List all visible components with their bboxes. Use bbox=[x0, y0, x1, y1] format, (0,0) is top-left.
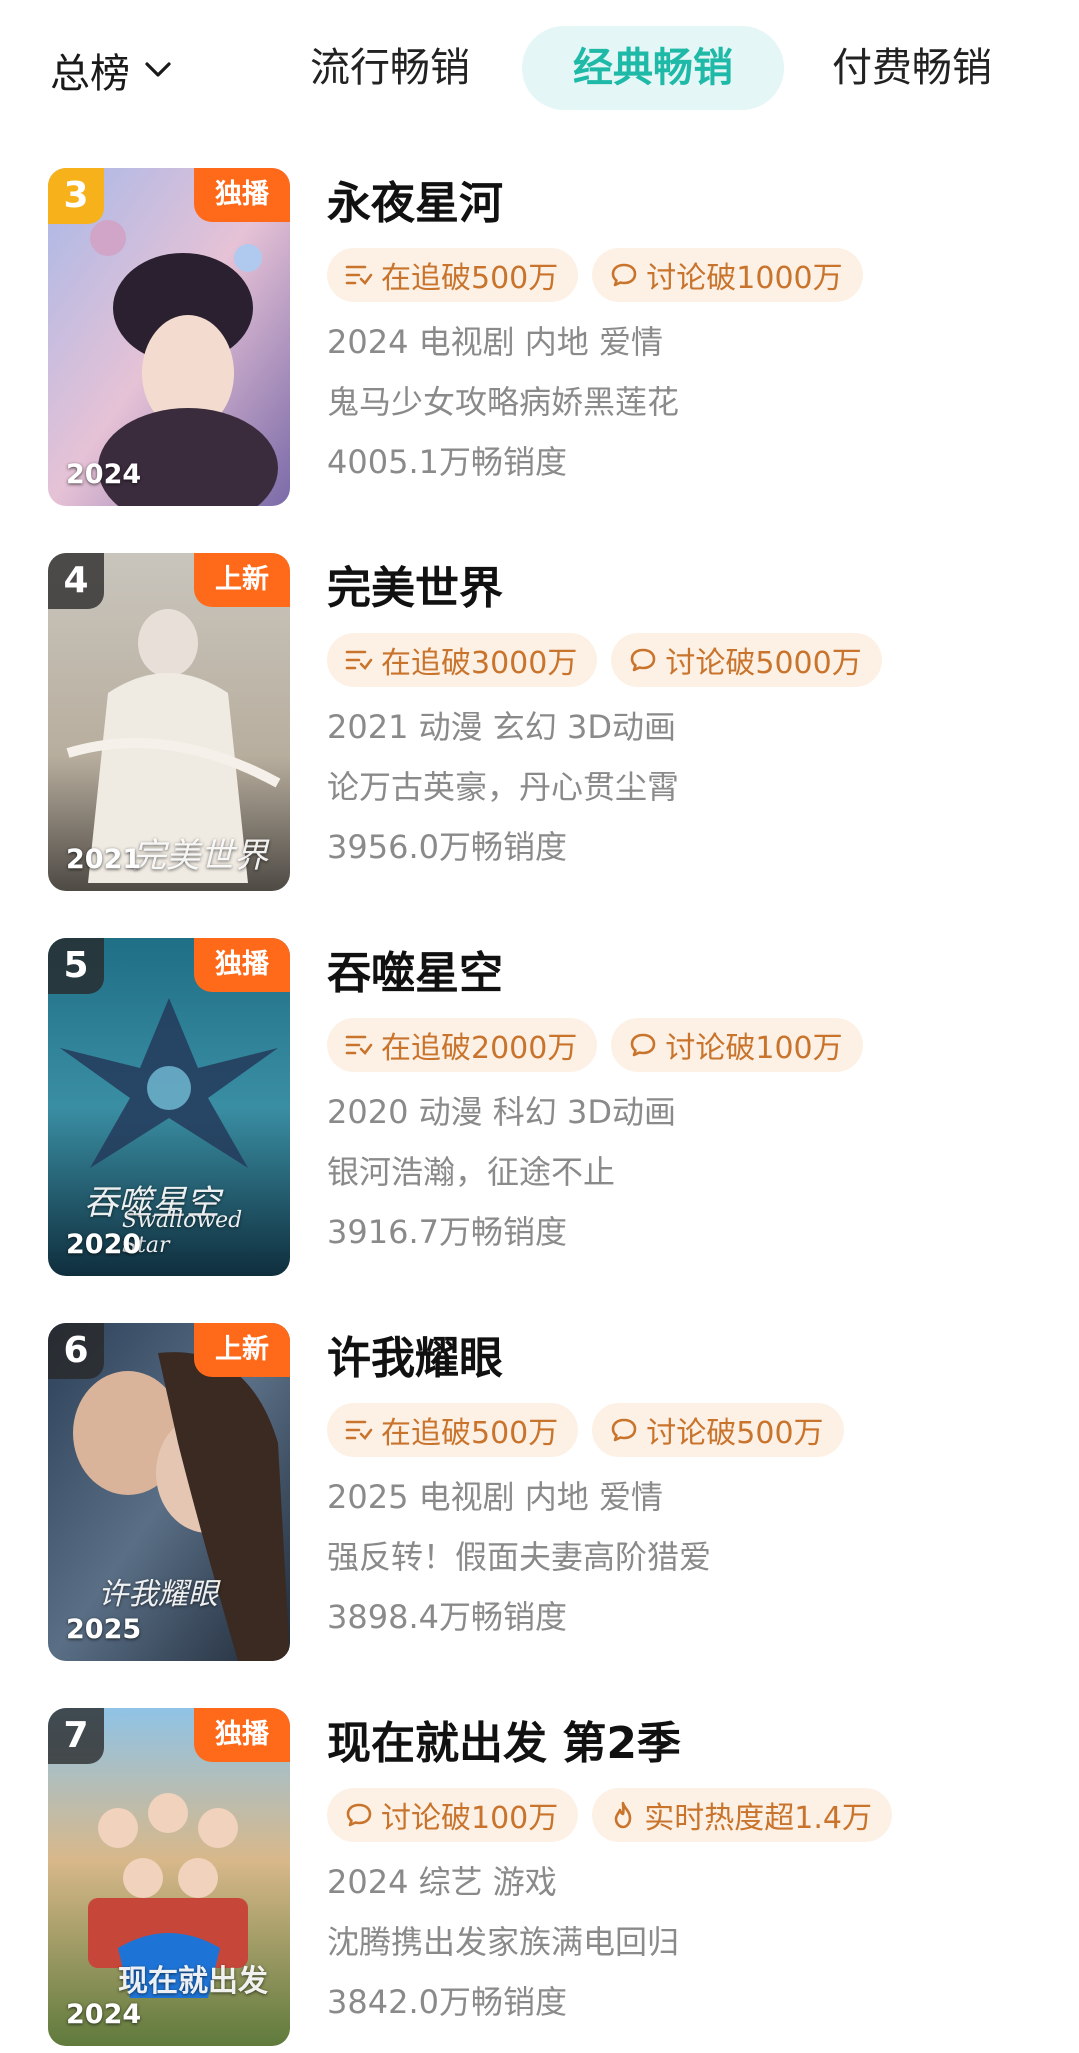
followers-chip: 在追破500万 bbox=[327, 248, 579, 302]
comment-icon bbox=[629, 647, 657, 673]
poster-art-title: 完美世界 bbox=[132, 836, 268, 876]
followers-chip: 在追破2000万 bbox=[327, 1018, 598, 1072]
discussion-chip: 讨论破100万 bbox=[327, 1788, 579, 1842]
new-badge: 上新 bbox=[194, 1323, 290, 1377]
rank-badge: 6 bbox=[48, 1323, 104, 1379]
poster-year: 2024 bbox=[66, 459, 142, 490]
item-title[interactable]: 完美世界 bbox=[327, 557, 1047, 621]
poster-image[interactable]: 5 独播 吞噬星空 Swallowed Star 2020 bbox=[48, 938, 290, 1276]
poster-image[interactable]: 7 独播 现在就出发 2024 bbox=[48, 1708, 290, 2046]
item-info: 吞噬星空 在追破2000万 讨论破100万 2020 动漫 科幻 3D动画 银河… bbox=[327, 938, 1047, 1262]
list-item[interactable]: 4 上新 完美世界 2021 完美世界 在追破3000万 讨论破5000万 20… bbox=[0, 553, 1079, 938]
rank-badge: 4 bbox=[48, 553, 104, 609]
stat-chips: 在追破2000万 讨论破100万 bbox=[327, 1018, 1047, 1072]
item-sales: 3956.0万畅销度 bbox=[327, 828, 567, 866]
rank-badge: 3 bbox=[48, 168, 104, 224]
item-title[interactable]: 现在就出发 第2季 bbox=[327, 1712, 1047, 1776]
flame-icon bbox=[610, 1801, 636, 1829]
poster-year: 2020 bbox=[66, 1229, 142, 1260]
item-meta: 2025 电视剧 内地 爱情 bbox=[327, 1478, 663, 1516]
item-info: 完美世界 在追破3000万 讨论破5000万 2021 动漫 玄幻 3D动画 论… bbox=[327, 553, 1047, 877]
exclusive-badge: 独播 bbox=[194, 1708, 290, 1762]
tab-popular-sellers[interactable]: 流行畅销 bbox=[290, 26, 490, 110]
comment-icon bbox=[610, 262, 638, 288]
comment-icon bbox=[345, 1802, 373, 1828]
discussion-chip: 讨论破1000万 bbox=[592, 248, 863, 302]
chip-label: 讨论破5000万 bbox=[665, 646, 862, 681]
chip-label: 讨论破500万 bbox=[646, 1416, 824, 1451]
stat-chips: 在追破500万 讨论破500万 bbox=[327, 1403, 1047, 1457]
chip-label: 在追破3000万 bbox=[381, 646, 578, 681]
chip-label: 讨论破100万 bbox=[665, 1031, 843, 1066]
poster-image[interactable]: 3 独播 2024 bbox=[48, 168, 290, 506]
followers-chip: 在追破3000万 bbox=[327, 633, 598, 687]
playlist-icon bbox=[345, 262, 373, 288]
item-sales: 4005.1万畅销度 bbox=[327, 443, 567, 481]
item-tagline: 沈腾携出发家族满电回归 bbox=[327, 1923, 680, 1961]
poster-art-title: 许我耀眼 bbox=[98, 1577, 218, 1612]
playlist-icon bbox=[345, 1417, 373, 1443]
item-title[interactable]: 许我耀眼 bbox=[327, 1327, 1047, 1391]
tab-classic-sellers[interactable]: 经典畅销 bbox=[522, 26, 784, 110]
discussion-chip: 讨论破100万 bbox=[611, 1018, 863, 1072]
poster-art-title: 现在就出发 bbox=[118, 1964, 268, 1999]
item-sales: 3916.7万畅销度 bbox=[327, 1213, 567, 1251]
list-item[interactable]: 3 独播 2024 永夜星河 在追破500万 讨论破1000万 2024 电视剧… bbox=[0, 168, 1079, 553]
ranking-tab-bar: 总榜 流行畅销 经典畅销 付费畅销 bbox=[0, 0, 1079, 138]
poster-year: 2024 bbox=[66, 1999, 142, 2030]
item-meta: 2021 动漫 玄幻 3D动画 bbox=[327, 708, 676, 746]
item-tagline: 论万古英豪，丹心贯尘霄 bbox=[327, 768, 680, 806]
playlist-icon bbox=[345, 647, 373, 673]
poster-art-subtitle: Swallowed Star bbox=[122, 1208, 243, 1258]
item-meta: 2020 动漫 科幻 3D动画 bbox=[327, 1093, 676, 1131]
discussion-chip: 讨论破5000万 bbox=[611, 633, 882, 687]
chip-label: 讨论破100万 bbox=[381, 1801, 559, 1836]
comment-icon bbox=[629, 1032, 657, 1058]
tab-paid-sellers[interactable]: 付费畅销 bbox=[812, 26, 1012, 110]
stat-chips: 在追破3000万 讨论破5000万 bbox=[327, 633, 1047, 687]
stat-chips: 在追破500万 讨论破1000万 bbox=[327, 248, 1047, 302]
item-tagline: 强反转！假面夫妻高阶猎爱 bbox=[327, 1538, 712, 1576]
rank-badge: 7 bbox=[48, 1708, 104, 1764]
item-meta: 2024 电视剧 内地 爱情 bbox=[327, 323, 663, 361]
item-tagline: 鬼马少女攻略病娇黑莲花 bbox=[327, 383, 680, 421]
new-badge: 上新 bbox=[194, 553, 290, 607]
exclusive-badge: 独播 bbox=[194, 168, 290, 222]
stat-chips: 讨论破100万 实时热度超1.4万 bbox=[327, 1788, 1047, 1842]
list-item[interactable]: 7 独播 现在就出发 2024 现在就出发 第2季 讨论破100万 实时热度超1… bbox=[0, 1708, 1079, 2053]
poster-year: 2021 bbox=[66, 844, 142, 875]
comment-icon bbox=[610, 1417, 638, 1443]
item-sales: 3898.4万畅销度 bbox=[327, 1598, 567, 1636]
list-item[interactable]: 5 独播 吞噬星空 Swallowed Star 2020 吞噬星空 在追破20… bbox=[0, 938, 1079, 1323]
chevron-down-icon bbox=[144, 61, 172, 79]
chip-label: 在追破2000万 bbox=[381, 1031, 578, 1066]
exclusive-badge: 独播 bbox=[194, 938, 290, 992]
ranking-page: 总榜 流行畅销 经典畅销 付费畅销 3 独播 2024 永夜星河 在追破500万… bbox=[0, 0, 1079, 2053]
followers-chip: 在追破500万 bbox=[327, 1403, 579, 1457]
chip-label: 讨论破1000万 bbox=[646, 261, 843, 296]
poster-image[interactable]: 4 上新 完美世界 2021 bbox=[48, 553, 290, 891]
chip-label: 实时热度超1.4万 bbox=[644, 1801, 872, 1836]
list-item[interactable]: 6 上新 许我耀眼 2025 许我耀眼 在追破500万 讨论破500万 2025… bbox=[0, 1323, 1079, 1708]
item-tagline: 银河浩瀚，征途不止 bbox=[327, 1153, 616, 1191]
ranking-list: 3 独播 2024 永夜星河 在追破500万 讨论破1000万 2024 电视剧… bbox=[0, 168, 1079, 2053]
rank-selector-label: 总榜 bbox=[50, 51, 130, 97]
poster-image[interactable]: 6 上新 许我耀眼 2025 bbox=[48, 1323, 290, 1661]
item-title[interactable]: 永夜星河 bbox=[327, 172, 1047, 236]
chip-label: 在追破500万 bbox=[381, 261, 559, 296]
item-info: 现在就出发 第2季 讨论破100万 实时热度超1.4万 2024 综艺 游戏 沈… bbox=[327, 1708, 1047, 2032]
item-info: 许我耀眼 在追破500万 讨论破500万 2025 电视剧 内地 爱情 强反转！… bbox=[327, 1323, 1047, 1647]
heat-chip: 实时热度超1.4万 bbox=[592, 1788, 892, 1842]
playlist-icon bbox=[345, 1032, 373, 1058]
item-title[interactable]: 吞噬星空 bbox=[327, 942, 1047, 1006]
rank-selector-dropdown[interactable]: 总榜 bbox=[50, 40, 172, 100]
chip-label: 在追破500万 bbox=[381, 1416, 559, 1451]
item-sales: 3842.0万畅销度 bbox=[327, 1983, 567, 2021]
item-meta: 2024 综艺 游戏 bbox=[327, 1863, 557, 1901]
poster-year: 2025 bbox=[66, 1614, 142, 1645]
discussion-chip: 讨论破500万 bbox=[592, 1403, 844, 1457]
item-info: 永夜星河 在追破500万 讨论破1000万 2024 电视剧 内地 爱情 鬼马少… bbox=[327, 168, 1047, 492]
rank-badge: 5 bbox=[48, 938, 104, 994]
